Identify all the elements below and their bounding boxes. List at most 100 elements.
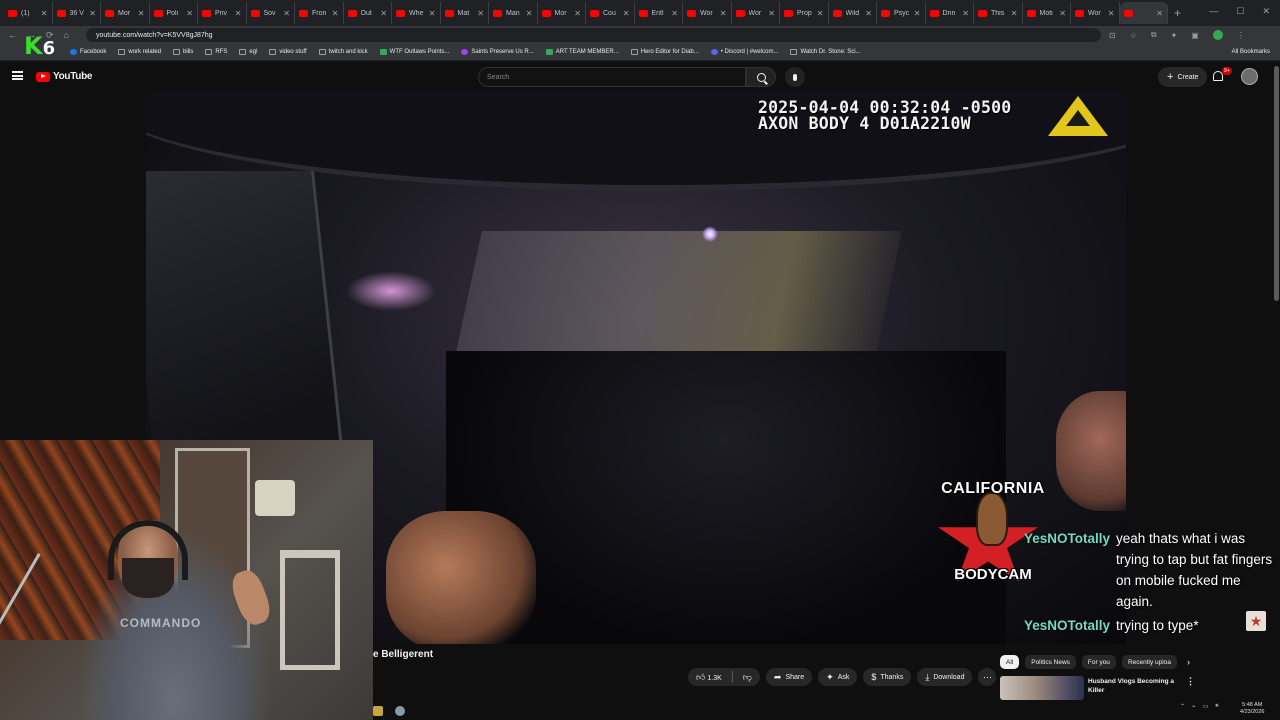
browser-tab[interactable]: Mat ✕ bbox=[441, 2, 489, 24]
search-input[interactable]: Search bbox=[478, 67, 746, 87]
bookmark-item[interactable]: video stuff bbox=[269, 49, 307, 55]
page-scrollbar[interactable] bbox=[1274, 66, 1279, 301]
browser-tab[interactable]: Entl ✕ bbox=[635, 2, 683, 24]
share-button[interactable]: ➦ Share bbox=[765, 668, 813, 686]
download-button[interactable]: ⤓ Download bbox=[917, 668, 973, 686]
browser-tab[interactable]: Mor ✕ bbox=[538, 2, 586, 24]
sidepanel-icon[interactable]: ▣ bbox=[1191, 31, 1199, 40]
browser-tab[interactable]: Poli ✕ bbox=[150, 2, 198, 24]
browser-tab[interactable]: Priv ✕ bbox=[198, 2, 247, 24]
extensions-puzzle-icon[interactable]: ✦ bbox=[1171, 31, 1178, 40]
browser-tab[interactable]: This ✕ bbox=[974, 2, 1023, 24]
close-icon[interactable]: ✕ bbox=[283, 9, 290, 18]
browser-tab[interactable]: 36 V ✕ bbox=[53, 2, 101, 24]
install-icon[interactable]: ⊡ bbox=[1109, 31, 1116, 40]
ask-button[interactable]: ✦ Ask bbox=[818, 668, 858, 686]
bookmark-item[interactable]: • Discord | #welcom... bbox=[710, 49, 778, 55]
recommended-video[interactable]: Husband Vlogs Becoming a Killer ⋮ bbox=[1000, 676, 1195, 700]
more-actions-icon[interactable]: ⋯ bbox=[978, 668, 997, 686]
close-icon[interactable]: ✕ bbox=[865, 9, 872, 18]
close-icon[interactable]: ✕ bbox=[720, 9, 727, 18]
close-icon[interactable]: ✕ bbox=[914, 9, 921, 18]
close-icon[interactable]: ✕ bbox=[623, 9, 630, 18]
create-button[interactable]: + Create bbox=[1158, 67, 1208, 87]
minimize-button[interactable]: — bbox=[1209, 6, 1218, 17]
like-button[interactable]: 👍︎ 1.3K bbox=[696, 672, 722, 683]
close-window-button[interactable]: ✕ bbox=[1262, 6, 1270, 17]
bookmark-item[interactable]: Saints Preserve Us R... bbox=[461, 49, 534, 55]
browser-tab[interactable]: Wor ✕ bbox=[683, 2, 732, 24]
kebab-menu-icon[interactable]: ⋮ bbox=[1186, 676, 1195, 700]
browser-tab[interactable]: Moti ✕ bbox=[1023, 2, 1071, 24]
browser-tab[interactable]: (1) ✕ bbox=[4, 2, 53, 24]
settings-gear-icon[interactable] bbox=[395, 706, 405, 716]
browser-tab[interactable]: Sov ✕ bbox=[247, 2, 295, 24]
browser-tab[interactable]: Mor ✕ bbox=[101, 2, 150, 24]
bookmark-item[interactable]: RFS bbox=[205, 49, 227, 55]
browser-tab[interactable]: Out ✕ bbox=[344, 2, 392, 24]
close-icon[interactable]: ✕ bbox=[89, 9, 96, 18]
bookmark-item[interactable]: work related bbox=[118, 49, 161, 55]
network-icon[interactable]: ⌁ bbox=[1192, 703, 1196, 710]
kebab-menu-icon[interactable]: ⋮ bbox=[1237, 31, 1245, 40]
bookmark-item[interactable]: egl bbox=[239, 49, 257, 55]
url-bar[interactable]: youtube.com/watch?v=K5VV8gJ87hg bbox=[86, 28, 1101, 42]
close-icon[interactable]: ✕ bbox=[671, 9, 678, 18]
browser-tab[interactable]: Wild ✕ bbox=[829, 2, 877, 24]
profile-avatar[interactable] bbox=[1212, 30, 1223, 40]
browser-tab[interactable]: Cou ✕ bbox=[586, 2, 635, 24]
maximize-button[interactable]: ☐ bbox=[1236, 6, 1244, 17]
close-icon[interactable]: ✕ bbox=[962, 9, 969, 18]
chip-recently-uploaded[interactable]: Recently uploa bbox=[1121, 655, 1177, 669]
chevron-up-icon[interactable]: ⌃ bbox=[1180, 703, 1185, 710]
volume-icon[interactable]: 🔉︎ bbox=[1215, 703, 1219, 710]
close-icon[interactable]: ✕ bbox=[574, 9, 581, 18]
close-icon[interactable]: ✕ bbox=[768, 9, 775, 18]
browser-tab[interactable]: Man ✕ bbox=[489, 2, 538, 24]
browser-tab[interactable]: Drin ✕ bbox=[926, 2, 974, 24]
bookmark-item[interactable]: ART TEAM MEMBER... bbox=[545, 49, 619, 55]
bookmark-item[interactable]: Facebook bbox=[70, 49, 106, 55]
browser-tab[interactable]: Whe ✕ bbox=[392, 2, 441, 24]
browser-tab[interactable]: Psyc ✕ bbox=[877, 2, 926, 24]
account-avatar[interactable] bbox=[1241, 68, 1258, 85]
bookmark-item[interactable]: twitch and kick bbox=[318, 49, 368, 55]
back-icon[interactable]: ← bbox=[8, 30, 17, 41]
close-icon[interactable]: ✕ bbox=[235, 9, 242, 18]
close-icon[interactable]: ✕ bbox=[186, 9, 193, 18]
thanks-button[interactable]: $ Thanks bbox=[863, 668, 912, 686]
browser-tab[interactable]: Prop ✕ bbox=[780, 2, 829, 24]
bookmark-star-icon[interactable]: ☆ bbox=[1130, 31, 1137, 40]
bookmark-item[interactable]: Hero Editor for Diab... bbox=[630, 49, 699, 55]
browser-tab[interactable]: Wor ✕ bbox=[732, 2, 780, 24]
close-icon[interactable]: ✕ bbox=[332, 9, 339, 18]
system-clock[interactable]: 5:48 AM 4/23/2026 bbox=[1240, 702, 1264, 716]
chip-all[interactable]: All bbox=[1000, 655, 1020, 669]
close-icon[interactable]: ✕ bbox=[1108, 9, 1115, 18]
close-icon[interactable]: ✕ bbox=[1156, 9, 1163, 18]
home-icon[interactable]: ⌂ bbox=[64, 30, 69, 41]
bookmark-item[interactable]: WTF Outlaws Points... bbox=[379, 49, 449, 55]
chevron-right-icon[interactable]: › bbox=[1187, 657, 1190, 667]
dislike-button[interactable]: 👎︎ bbox=[743, 672, 752, 683]
app-icon[interactable] bbox=[373, 706, 383, 716]
chip-for-you[interactable]: For you bbox=[1081, 655, 1116, 669]
new-tab-button[interactable]: + bbox=[1174, 6, 1181, 20]
browser-tab[interactable]: Wor ✕ bbox=[1071, 2, 1120, 24]
youtube-logo[interactable]: YouTube bbox=[36, 71, 93, 82]
hamburger-menu-icon[interactable] bbox=[12, 71, 23, 80]
close-icon[interactable]: ✕ bbox=[526, 9, 533, 18]
browser-tab[interactable]: Fron ✕ bbox=[295, 2, 344, 24]
close-icon[interactable]: ✕ bbox=[1059, 9, 1066, 18]
close-icon[interactable]: ✕ bbox=[1011, 9, 1018, 18]
extension-icon[interactable]: ⧉ bbox=[1151, 30, 1157, 40]
close-icon[interactable]: ✕ bbox=[817, 9, 824, 18]
recommended-thumbnail[interactable] bbox=[1000, 676, 1084, 700]
close-icon[interactable]: ✕ bbox=[429, 9, 436, 18]
bookmark-item[interactable]: Watch Dr. Stone: Sci... bbox=[790, 49, 861, 55]
all-bookmarks[interactable]: All Bookmarks bbox=[1232, 49, 1270, 55]
voice-search-button[interactable] bbox=[785, 67, 805, 87]
close-icon[interactable]: ✕ bbox=[41, 9, 48, 18]
close-icon[interactable]: ✕ bbox=[380, 9, 387, 18]
close-icon[interactable]: ✕ bbox=[138, 9, 145, 18]
